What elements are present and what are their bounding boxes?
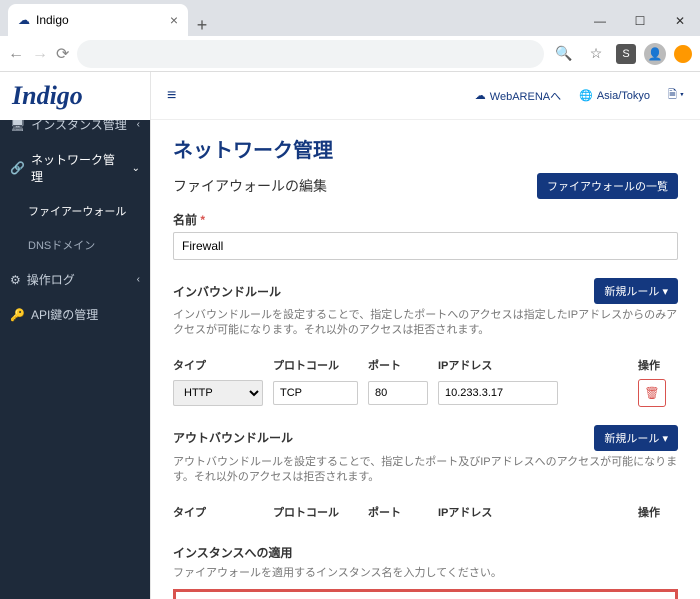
col-type: タイプ (173, 357, 263, 373)
rule-port-field (368, 381, 428, 405)
chevron-left-icon: ‹ (137, 274, 140, 285)
col-action: 操作 (638, 357, 678, 373)
sidebar-label: 操作ログ (27, 271, 75, 288)
key-icon: 🔑 (10, 308, 25, 322)
gear-icon: ⚙ (10, 273, 21, 287)
panel-subtitle: ファイアウォールの編集 (173, 176, 327, 196)
network-icon: 🔗 (10, 161, 25, 175)
maximize-button[interactable]: ☐ (620, 6, 660, 36)
sidebar-label: API鍵の管理 (31, 306, 98, 323)
sidebar-label: DNSドメイン (28, 237, 95, 253)
col-ip: IPアドレス (438, 357, 558, 373)
close-window-button[interactable]: ✕ (660, 6, 700, 36)
sidebar-label: ネットワーク管理 (31, 151, 126, 185)
browser-tab[interactable]: ☁ Indigo × (8, 4, 188, 36)
bookmark-star-icon[interactable]: ☆ (584, 45, 608, 62)
profile-avatar-icon[interactable]: 👤 (644, 43, 666, 65)
rule-type-select[interactable]: HTTP (173, 380, 263, 406)
outbound-desc: アウトバウンドルールを設定することで、指定したポート及びIPアドレスへのアクセス… (173, 455, 678, 486)
cloud-icon: ☁ (475, 89, 486, 102)
sidebar-item-network[interactable]: 🔗 ネットワーク管理 ⌄ (0, 142, 150, 194)
close-tab-icon[interactable]: × (170, 12, 178, 28)
back-button[interactable]: ← (8, 45, 24, 63)
sidebar-item-apikey[interactable]: 🔑 API鍵の管理 (0, 297, 150, 332)
forward-button[interactable]: → (32, 45, 48, 63)
name-label: 名前 (173, 213, 197, 227)
timezone-link[interactable]: 🌐 Asia/Tokyo (579, 89, 650, 102)
col-ip: IPアドレス (438, 504, 558, 520)
col-action: 操作 (638, 504, 678, 520)
new-inbound-rule-button[interactable]: 新規ルール ▾ (594, 278, 678, 304)
rule-protocol-field (273, 381, 358, 405)
sidebar-item-dns[interactable]: DNSドメイン (0, 228, 150, 262)
chevron-left-icon: ‹ (137, 119, 140, 130)
rule-ip-input[interactable] (438, 381, 558, 405)
col-protocol: プロトコール (273, 357, 358, 373)
tab-title: Indigo (36, 13, 69, 27)
col-port: ポート (368, 504, 428, 520)
trash-icon: 🗑 (644, 386, 659, 400)
apply-title: インスタンスへの適用 (173, 546, 293, 560)
delete-rule-button[interactable]: 🗑 (638, 379, 666, 407)
outbound-title: アウトバウンドルール (173, 429, 293, 446)
new-tab-button[interactable]: + (188, 15, 216, 36)
language-menu[interactable]: 🗎 ▾ (668, 86, 684, 105)
address-bar[interactable] (77, 40, 544, 68)
new-outbound-rule-button[interactable]: 新規ルール ▾ (594, 425, 678, 451)
globe-icon: 🌐 (579, 89, 593, 102)
chevron-down-icon: ⌄ (132, 163, 140, 174)
col-port: ポート (368, 357, 428, 373)
page-title: ネットワーク管理 (173, 134, 678, 163)
reload-button[interactable]: ⟳ (56, 44, 69, 64)
sidebar-item-oplog[interactable]: ⚙ 操作ログ ‹ (0, 262, 150, 297)
sidebar-label: ファイアーウォール (28, 203, 126, 219)
col-type: タイプ (173, 504, 263, 520)
cloud-icon: ☁ (18, 13, 30, 27)
instance-apply-highlight: CentOS-4vCPU4GB80GB-03 （割り当てられてる - Firew… (173, 589, 678, 599)
search-icon[interactable]: 🔍 (552, 45, 576, 62)
col-protocol: プロトコール (273, 504, 358, 520)
webarena-link[interactable]: ☁ WebARENAへ (475, 88, 561, 104)
firewall-name-input[interactable] (173, 232, 678, 260)
inbound-desc: インバウンドルールを設定することで、指定したポートへのアクセスは指定したIPアド… (173, 308, 678, 339)
minimize-button[interactable]: — (580, 6, 620, 36)
hamburger-icon[interactable]: ≡ (167, 87, 176, 105)
apply-desc: ファイアウォールを適用するインスタンス名を入力してください。 (173, 566, 678, 581)
firewall-list-button[interactable]: ファイアウォールの一覧 (537, 173, 678, 199)
inbound-title: インバウンドルール (173, 283, 281, 300)
extension-badge[interactable]: S (616, 44, 636, 64)
sidebar-item-firewall[interactable]: ファイアーウォール (0, 194, 150, 228)
extension-orange-icon[interactable] (674, 45, 692, 63)
